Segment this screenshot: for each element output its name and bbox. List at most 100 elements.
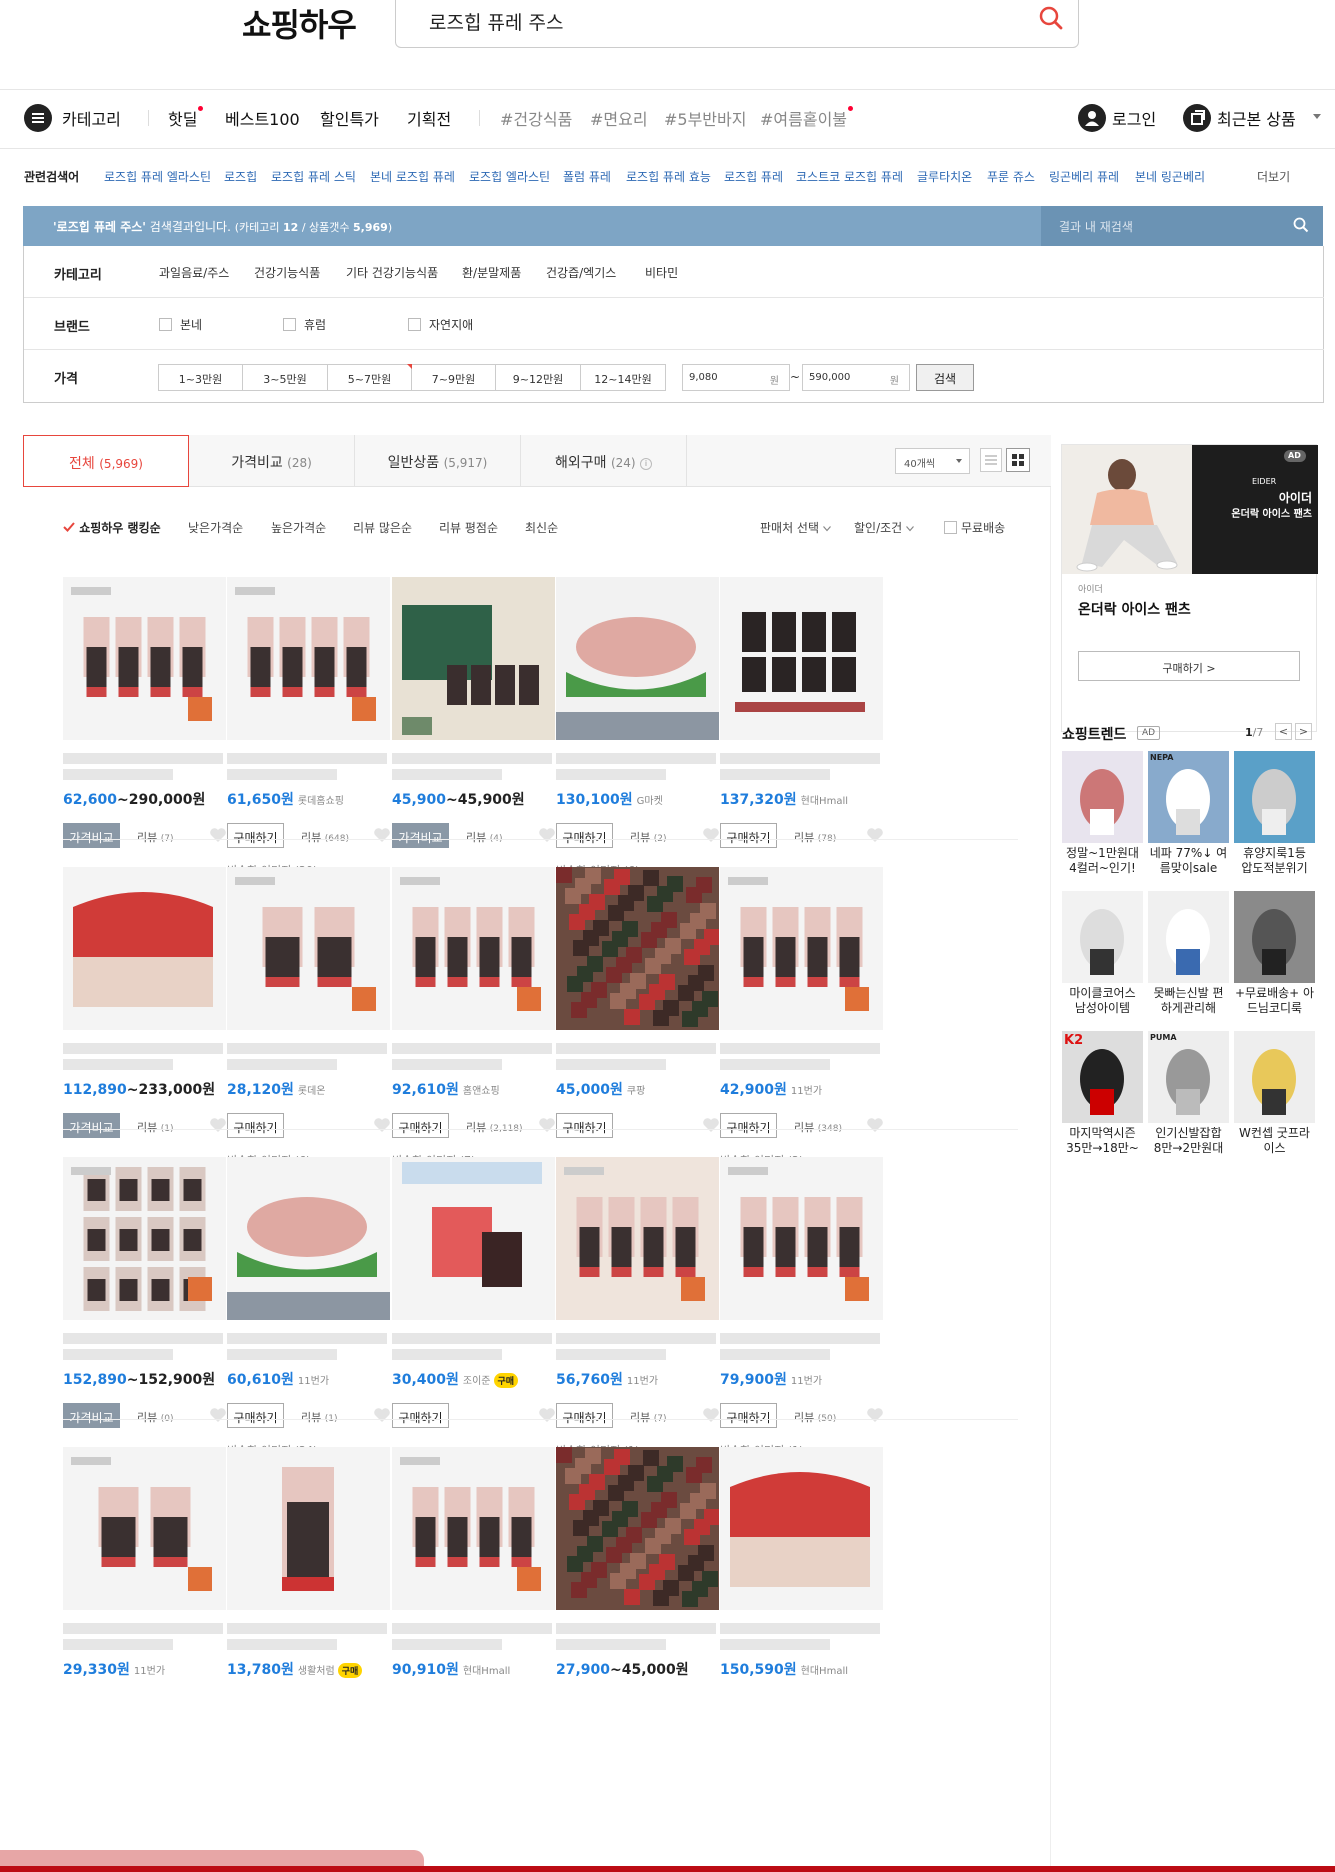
trend-image[interactable] [1148,1031,1229,1123]
product-name[interactable] [392,1333,555,1361]
product-card[interactable]: 152,890~152,900원 가격비교 리뷰 (0) [63,1157,233,1457]
related-keyword[interactable]: 본네 링곤베리 [1135,168,1205,185]
product-image[interactable] [720,867,883,1030]
heart-icon[interactable] [866,827,884,843]
product-image[interactable] [720,1447,883,1610]
ad-buy-button[interactable]: 구매하기 > [1078,651,1300,681]
product-card[interactable]: 60,610원11번가구매하기리뷰 (1)비슷한 이미지 (24) [227,1157,397,1457]
trend-caption[interactable]: 정말~1만원대 4컬러~인기! [1062,846,1143,876]
trend-image[interactable] [1148,751,1229,843]
trend-item[interactable]: W컨셉 굿프라 이스 [1234,1031,1315,1169]
trend-next-button[interactable]: > [1295,723,1312,740]
compare-price-button[interactable]: 가격비교 [392,823,449,848]
heart-icon[interactable] [866,1407,884,1423]
trend-caption[interactable]: 인기신발잡합 8만→2만원대 [1148,1126,1229,1156]
trend-image[interactable] [1234,1031,1315,1123]
nav-hotdeal[interactable]: 핫딜 [168,106,204,130]
search-icon[interactable] [1036,3,1066,33]
checkbox[interactable] [159,318,172,331]
nav-exhibition[interactable]: 기획전 [407,106,451,130]
trend-caption[interactable]: W컨셉 굿프라 이스 [1234,1126,1315,1156]
product-card[interactable]: 150,590원 현대Hmall [720,1447,890,1747]
product-name[interactable] [227,753,390,781]
ad-image[interactable]: AD EIDER 아이더 온더락 아이스 팬츠 [1062,445,1318,574]
review-count[interactable]: 리뷰 (7) [630,1409,667,1425]
sort-ranking[interactable]: 쇼핑하우 랭킹순 [63,519,161,536]
product-card[interactable]: 61,650원롯데홈쇼핑구매하기리뷰 (648)비슷한 이미지 (20) [227,577,397,877]
login-link[interactable]: 로그인 [1112,106,1156,130]
product-card[interactable]: 42,900원11번가구매하기리뷰 (348)비슷한 이미지 (2) [720,867,890,1167]
product-image[interactable] [392,867,555,1030]
product-name[interactable] [63,753,226,781]
sort-high-price[interactable]: 높은가격순 [271,519,326,536]
checkbox[interactable] [408,318,421,331]
chevron-down-icon[interactable] [1313,114,1321,119]
sort-review-rating[interactable]: 리뷰 평점순 [439,519,498,536]
heart-icon[interactable] [209,827,227,843]
recent-items-link[interactable]: 최근본 상품 [1217,106,1296,130]
heart-icon[interactable] [373,1117,391,1133]
trend-item[interactable]: +무료배송+ 아 드님코디룩 [1234,891,1315,1029]
trend-item[interactable]: 마지막역시즌 35만→18만~ K2 [1062,1031,1143,1169]
trend-item[interactable]: 인기신발잡합 8만→2만원대 PUMA [1148,1031,1229,1169]
review-count[interactable]: 리뷰 (78) [794,829,836,845]
buy-button[interactable]: 구매하기 [720,1403,777,1428]
review-count[interactable]: 리뷰 (2) [630,829,667,845]
nav-sale[interactable]: 할인특가 [320,106,379,130]
list-view-button[interactable] [980,448,1002,472]
related-keyword[interactable]: 로즈힙 퓨레 효능 [626,168,711,185]
buy-button[interactable]: 구매하기 [227,1403,284,1428]
product-card[interactable]: 29,330원 11번가 [63,1447,233,1747]
product-card[interactable]: 45,900~45,900원 가격비교 리뷰 (4) [392,577,562,877]
buy-button[interactable]: 구매하기 [227,823,284,848]
menu-icon[interactable] [24,104,52,132]
search-box[interactable]: 로즈힙 퓨레 주스 [395,0,1079,48]
review-count[interactable]: 리뷰 (4) [466,829,503,845]
product-image[interactable] [63,867,226,1030]
product-image[interactable] [556,1157,719,1320]
product-image[interactable] [392,577,555,740]
filter-brand-option[interactable]: 휴럼 [283,316,326,333]
tab-overseas[interactable]: 해외구매 (24) i [521,435,687,487]
heart-icon[interactable] [538,1407,556,1423]
discount-filter-dropdown[interactable]: 할인/조건 [854,519,914,536]
related-keyword[interactable]: 로즈힙 퓨레 스틱 [271,168,356,185]
heart-icon[interactable] [702,1117,720,1133]
related-keyword[interactable]: 폴럼 퓨레 [563,168,611,185]
price-range-button[interactable]: 5~7만원 [327,364,412,391]
search-input[interactable]: 로즈힙 퓨레 주스 [429,8,563,35]
related-keyword[interactable]: 글루타치온 [917,168,972,185]
product-image[interactable] [556,577,719,740]
product-image[interactable] [227,1157,390,1320]
compare-price-button[interactable]: 가격비교 [63,1113,120,1138]
sidebar-ad[interactable]: AD EIDER 아이더 온더락 아이스 팬츠 아이더 온더락 아이스 팬츠 구… [1061,444,1318,732]
page-size-select[interactable]: 40개씩 [895,448,970,474]
price-range-button[interactable]: 1~3만원 [158,364,243,391]
related-keyword[interactable]: 로즈힙 퓨레 [724,168,783,185]
filter-category-option[interactable]: 환/분말제품 [462,264,521,281]
product-card[interactable]: 79,900원11번가구매하기리뷰 (50)비슷한 이미지 (1) [720,1157,890,1457]
heart-icon[interactable] [373,1407,391,1423]
heart-icon[interactable] [866,1117,884,1133]
related-keyword[interactable]: 코스트코 로즈힙 퓨레 [796,168,903,185]
product-image[interactable] [63,1447,226,1610]
tab-price-compare[interactable]: 가격비교 (28) [189,435,355,487]
price-max-input[interactable]: 590,000 원 [802,364,910,391]
product-card[interactable]: 28,120원롯데온구매하기비슷한 이미지 (6) [227,867,397,1167]
product-card[interactable]: 45,000원 쿠팡 구매하기 [556,867,726,1167]
trend-image[interactable] [1062,751,1143,843]
buy-button[interactable]: 구매하기 [227,1113,284,1138]
buy-button[interactable]: 구매하기 [720,823,777,848]
checkbox[interactable] [944,521,957,534]
product-card[interactable]: 30,400원 조이준 구매 구매하기 [392,1157,562,1457]
product-image[interactable] [63,1157,226,1320]
nav-tag-noodle[interactable]: #면요리 [590,106,648,130]
product-card[interactable]: 130,100원G마켓구매하기리뷰 (2)비슷한 이미지 (6) [556,577,726,877]
related-keyword[interactable]: 로즈힙 [224,168,257,185]
user-icon[interactable] [1078,104,1106,132]
nav-tag-shorts[interactable]: #5부반바지 [664,106,746,130]
product-name[interactable] [63,1623,226,1651]
trend-image[interactable] [1148,891,1229,983]
ad-title[interactable]: 온더락 아이스 팬츠 [1078,599,1191,619]
grid-view-button[interactable] [1006,448,1030,472]
